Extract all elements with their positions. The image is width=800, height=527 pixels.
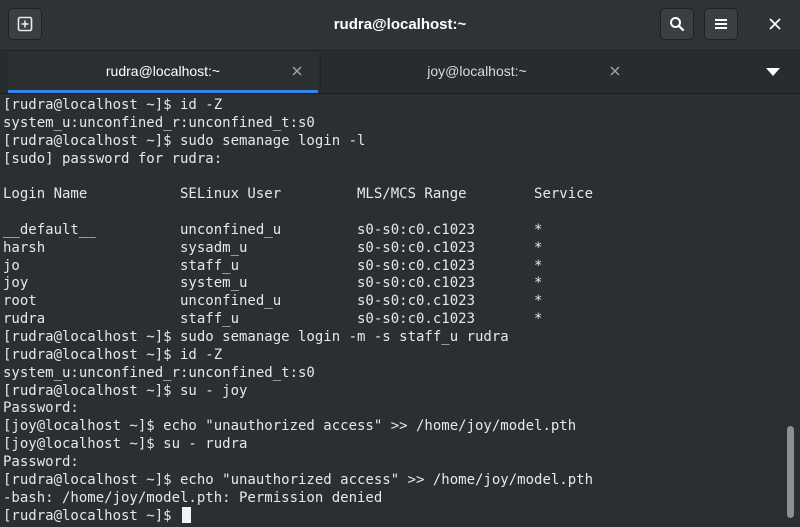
tabs-dropdown-button[interactable] [762, 63, 784, 81]
scrollbar-thumb[interactable] [787, 426, 794, 518]
close-icon [292, 66, 302, 76]
close-icon [610, 66, 620, 76]
terminal-line: harsh sysadm_u s0-s0:c0.c1023 * [3, 239, 543, 256]
window-close-button[interactable] [760, 9, 790, 39]
header-bar: rudra@localhost:~ [0, 0, 800, 51]
terminal-line: [rudra@localhost ~]$ echo "unauthorized … [3, 471, 594, 488]
shell-prompt: [rudra@localhost ~]$ [3, 508, 181, 525]
terminal-line: system_u:unconfined_r:unconfined_t:s0 [3, 114, 315, 131]
terminal-line: [rudra@localhost ~]$ sudo semanage login… [3, 328, 509, 345]
terminal-output[interactable]: [rudra@localhost ~]$ id -Z system_u:unco… [0, 94, 784, 527]
terminal-line: Password: [3, 400, 79, 417]
terminal-line: Password: [3, 453, 79, 470]
tab-joy[interactable]: joy@localhost:~ [322, 51, 632, 93]
terminal-line: Login Name SELinux User MLS/MCS Range Se… [3, 186, 594, 203]
terminal-window: rudra@localhost:~ rudra@localhost:~ joy@… [0, 0, 800, 527]
terminal-line: rudra staff_u s0-s0:c0.c1023 * [3, 311, 543, 328]
search-button[interactable] [660, 8, 694, 40]
terminal-line: [joy@localhost ~]$ su - rudra [3, 436, 248, 453]
tab-separator [320, 57, 321, 87]
hamburger-menu-icon [715, 19, 727, 29]
tab-rudra[interactable]: rudra@localhost:~ [8, 51, 318, 93]
terminal-line: __default__ unconfined_u s0-s0:c0.c1023 … [3, 221, 543, 238]
menu-button[interactable] [704, 8, 738, 40]
terminal-line: [joy@localhost ~]$ echo "unauthorized ac… [3, 418, 577, 435]
search-icon [670, 17, 685, 32]
text-cursor [182, 507, 192, 524]
terminal-line: [rudra@localhost ~]$ su - joy [3, 382, 248, 399]
terminal-line: jo staff_u s0-s0:c0.c1023 * [3, 257, 543, 274]
terminal-scrollbar[interactable] [786, 94, 796, 527]
tab-close-button[interactable] [290, 64, 304, 78]
prompt-line: [rudra@localhost ~]$ [3, 507, 784, 525]
close-icon [769, 18, 781, 30]
tab-close-button[interactable] [608, 64, 622, 78]
new-tab-icon [17, 16, 33, 32]
terminal-line: [sudo] password for rudra: [3, 150, 223, 167]
terminal-line: system_u:unconfined_r:unconfined_t:s0 [3, 364, 315, 381]
terminal-line: joy system_u s0-s0:c0.c1023 * [3, 275, 543, 292]
terminal-line: [rudra@localhost ~]$ id -Z [3, 97, 223, 113]
tab-bar: rudra@localhost:~ joy@localhost:~ [0, 51, 800, 94]
tab-label: joy@localhost:~ [427, 63, 527, 79]
terminal-line: root unconfined_u s0-s0:c0.c1023 * [3, 293, 543, 310]
new-tab-button[interactable] [8, 8, 42, 40]
chevron-down-icon [766, 67, 780, 76]
active-tab-indicator [8, 90, 318, 93]
terminal-line: [rudra@localhost ~]$ id -Z [3, 346, 223, 363]
tab-label: rudra@localhost:~ [105, 63, 221, 79]
terminal-line: [rudra@localhost ~]$ sudo semanage login… [3, 132, 366, 149]
terminal-line: -bash: /home/joy/model.pth: Permission d… [3, 489, 383, 506]
